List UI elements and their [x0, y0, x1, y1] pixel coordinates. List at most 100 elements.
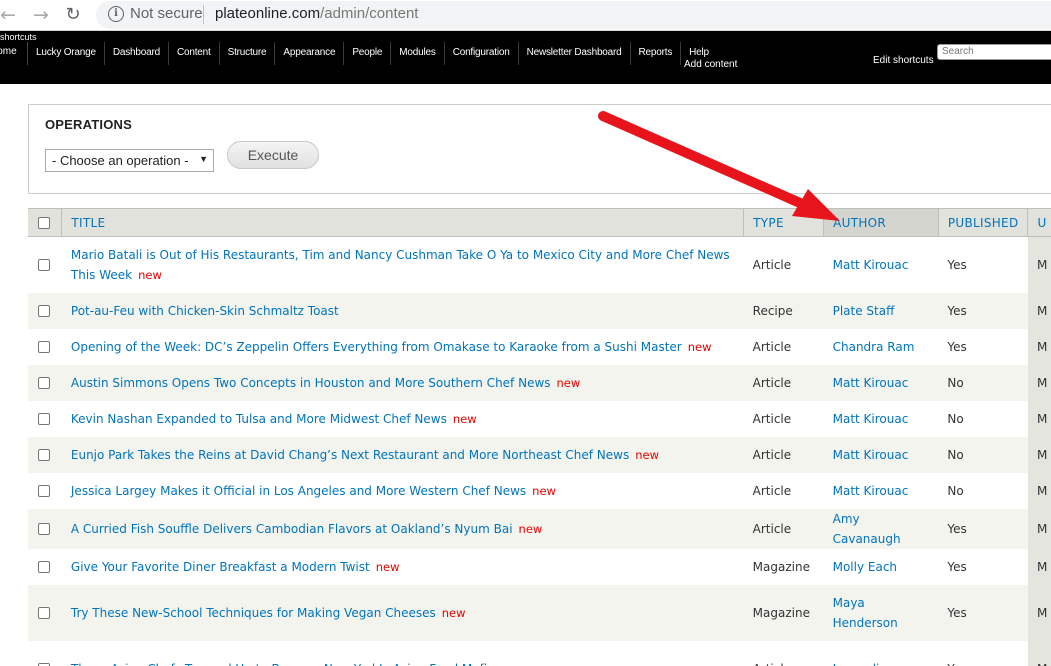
menu-appearance[interactable]: Appearance: [274, 42, 343, 65]
row-checkbox[interactable]: [38, 523, 50, 535]
row-checkbox[interactable]: [38, 305, 50, 317]
author-cell: Matt Kirouac: [823, 472, 939, 509]
select-all-checkbox[interactable]: [38, 217, 50, 229]
new-badge: new: [532, 483, 556, 498]
content-title-link[interactable]: Pot-au-Feu with Chicken-Skin Schmaltz To…: [71, 304, 339, 318]
add-content-shortcut[interactable]: Add content: [684, 59, 737, 70]
title-cell: Eunjo Park Takes the Reins at David Chan…: [61, 436, 744, 473]
execute-button[interactable]: Execute: [227, 141, 319, 169]
show-shortcuts-link[interactable]: Show shortcuts: [0, 32, 37, 42]
updated-cell: M: [1027, 436, 1051, 473]
type-cell: Article: [743, 508, 824, 549]
author-cell: Matt Kirouac: [823, 400, 939, 437]
edit-shortcuts-link[interactable]: Edit shortcuts: [873, 55, 934, 66]
url-text[interactable]: plateonline.com/admin/content: [215, 5, 418, 22]
row-checkbox[interactable]: [38, 485, 50, 497]
table-row: Pot-au-Feu with Chicken-Skin Schmaltz To…: [28, 292, 1051, 329]
row-checkbox-cell: [28, 236, 62, 293]
author-link[interactable]: Plate Staff: [833, 304, 895, 318]
content-title-link[interactable]: Kevin Nashan Expanded to Tulsa and More …: [71, 412, 447, 426]
row-checkbox[interactable]: [38, 413, 50, 425]
search-input[interactable]: Search: [937, 44, 1051, 60]
type-cell: Recipe: [743, 292, 824, 329]
select-all-header: [28, 208, 62, 237]
title-cell: Jessica Largey Makes it Official in Los …: [61, 472, 744, 509]
author-cell: Maya Henderson: [823, 584, 939, 641]
title-cell: Opening of the Week: DC’s Zeppelin Offer…: [61, 328, 744, 365]
header-updated[interactable]: U: [1027, 208, 1051, 237]
row-checkbox[interactable]: [38, 449, 50, 461]
new-badge: new: [375, 559, 400, 574]
title-cell: Give Your Favorite Diner Breakfast a Mod…: [61, 548, 744, 585]
content-title-link[interactable]: Give Your Favorite Diner Breakfast a Mod…: [71, 560, 370, 574]
row-checkbox[interactable]: [38, 259, 50, 272]
author-link[interactable]: Maya Henderson: [833, 596, 898, 630]
row-checkbox-cell: [28, 436, 62, 473]
author-link[interactable]: Matt Kirouac: [833, 376, 909, 390]
header-author[interactable]: AUTHOR: [823, 208, 939, 237]
forward-arrow-icon[interactable]: →: [30, 4, 52, 26]
back-arrow-icon[interactable]: ←: [0, 4, 19, 26]
content-title-link[interactable]: Jessica Largey Makes it Official in Los …: [71, 484, 526, 498]
published-cell: Yes: [938, 508, 1028, 549]
row-checkbox-cell: [28, 640, 62, 666]
table-row: Mario Batali is Out of His Restaurants, …: [28, 236, 1051, 293]
content-table: TITLE TYPE AUTHOR PUBLISHED U Mario Bata…: [28, 208, 1051, 666]
author-link[interactable]: Amy Cavanaugh: [833, 512, 901, 546]
row-checkbox-cell: [28, 508, 62, 549]
author-link[interactable]: Matt Kirouac: [833, 412, 909, 426]
published-cell: Yes: [938, 584, 1028, 641]
menu-structure[interactable]: Structure: [218, 42, 275, 65]
table-body: Mario Batali is Out of His Restaurants, …: [28, 236, 1051, 666]
menu-reports[interactable]: Reports: [629, 42, 681, 65]
reload-icon[interactable]: ↻: [62, 4, 84, 26]
menu-content[interactable]: Content: [167, 42, 219, 65]
updated-cell: M: [1027, 292, 1051, 329]
author-link[interactable]: Matt Kirouac: [833, 258, 909, 272]
row-checkbox-cell: [28, 364, 62, 401]
header-type[interactable]: TYPE: [743, 208, 824, 237]
header-title[interactable]: TITLE: [61, 208, 744, 237]
row-checkbox[interactable]: [38, 341, 50, 353]
row-checkbox-cell: [28, 548, 62, 585]
author-link[interactable]: Matt Kirouac: [833, 484, 909, 498]
operation-select[interactable]: - Choose an operation - ▼: [45, 149, 214, 172]
published-cell: Yes: [938, 640, 1028, 666]
row-checkbox[interactable]: [38, 377, 50, 389]
published-cell: Yes: [938, 236, 1028, 293]
menu-configuration[interactable]: Configuration: [443, 42, 518, 65]
content-title-link[interactable]: Try These New-School Techniques for Maki…: [71, 606, 436, 620]
title-cell: These Asian Chefs Teamed Up to Become Ne…: [61, 640, 744, 666]
type-cell: Magazine: [743, 584, 824, 641]
author-link[interactable]: Matt Kirouac: [833, 448, 909, 462]
type-cell: Article: [743, 328, 824, 365]
row-checkbox[interactable]: [38, 607, 50, 619]
content-title-link[interactable]: Mario Batali is Out of His Restaurants, …: [71, 248, 730, 282]
home-link[interactable]: Home: [0, 46, 17, 57]
content-title-link[interactable]: Eunjo Park Takes the Reins at David Chan…: [71, 448, 629, 462]
operation-select-value: - Choose an operation -: [52, 153, 189, 168]
header-published[interactable]: PUBLISHED: [937, 208, 1028, 237]
new-badge: new: [635, 447, 659, 462]
menu-newsletter-dashboard[interactable]: Newsletter Dashboard: [517, 42, 630, 65]
table-row: Jessica Largey Makes it Official in Los …: [28, 472, 1051, 509]
content-title-link[interactable]: Opening of the Week: DC’s Zeppelin Offer…: [71, 340, 682, 354]
menu-dashboard[interactable]: Dashboard: [103, 42, 168, 65]
content-title-link[interactable]: A Curried Fish Souffle Delivers Cambodia…: [71, 522, 513, 536]
info-icon[interactable]: i: [108, 6, 124, 22]
author-link[interactable]: Chandra Ram: [833, 340, 915, 354]
table-row: Kevin Nashan Expanded to Tulsa and More …: [28, 400, 1051, 437]
menu-modules[interactable]: Modules: [390, 42, 443, 65]
title-cell: Mario Batali is Out of His Restaurants, …: [61, 236, 744, 293]
author-link[interactable]: Molly Each: [833, 560, 897, 574]
content-title-link[interactable]: These Asian Chefs Teamed Up to Become Ne…: [71, 662, 495, 666]
menu-people[interactable]: People: [343, 42, 390, 65]
content-title-link[interactable]: Austin Simmons Opens Two Concepts in Hou…: [71, 376, 551, 390]
row-checkbox[interactable]: [38, 561, 50, 573]
type-cell: Magazine: [743, 548, 824, 585]
menu-lucky-orange[interactable]: Lucky Orange: [27, 42, 104, 65]
admin-menu: Lucky Orange Dashboard Content Structure…: [27, 42, 717, 65]
url-divider: [203, 5, 204, 24]
author-link[interactable]: Jacqueline: [833, 662, 895, 666]
type-cell: Article: [743, 472, 824, 509]
